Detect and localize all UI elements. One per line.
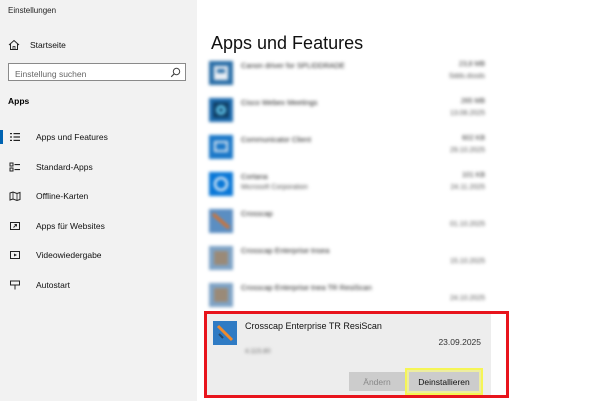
home-icon bbox=[8, 39, 20, 50]
app-name: Canon driver for SPLIDDRADE bbox=[241, 61, 345, 70]
list-icon bbox=[8, 130, 22, 144]
webex-icon bbox=[209, 98, 233, 122]
printer-driver-icon bbox=[209, 61, 233, 85]
default-apps-icon bbox=[8, 160, 22, 174]
sidebar-item-apps-for-websites[interactable]: Apps für Websites bbox=[0, 216, 197, 236]
sidebar-item-label: Apps für Websites bbox=[36, 221, 105, 231]
app-name: Cisco Webex Meetings bbox=[241, 98, 318, 107]
sidebar-item-label: Apps und Features bbox=[36, 132, 108, 142]
app-date: Sdds.dssds bbox=[448, 73, 485, 80]
app-size: 101 KB bbox=[462, 172, 485, 179]
app-list-item[interactable]: Crosscap Enterprise tnsea 15.10.2025 bbox=[205, 242, 485, 278]
window-title: Einstellungen bbox=[8, 6, 57, 15]
search-icon[interactable] bbox=[170, 67, 181, 78]
app-list-item[interactable]: Cortana Microsoft Corporation 101 KB 24.… bbox=[205, 168, 485, 204]
app-size: 23,8 MB bbox=[458, 61, 485, 68]
app-date: 01.10.2025 bbox=[449, 221, 485, 228]
settings-search-input[interactable] bbox=[9, 66, 159, 82]
home-label: Startseite bbox=[30, 40, 66, 50]
page-title: Apps und Features bbox=[211, 33, 364, 53]
app-name: Communicator Client bbox=[241, 135, 312, 144]
settings-search-box[interactable] bbox=[8, 63, 186, 82]
sidebar-item-label: Autostart bbox=[36, 280, 71, 290]
app-size: 265 MB bbox=[460, 98, 485, 105]
app-name: Crosscap Enterprise tnea TR ResiScan bbox=[241, 283, 372, 292]
crosscap-enterprise-resiscan-icon bbox=[209, 283, 233, 307]
sidebar-item-default-apps[interactable]: Standard-Apps bbox=[0, 157, 197, 177]
app-date: 29.10.2025 bbox=[449, 147, 485, 154]
section-heading-apps: Apps bbox=[8, 96, 30, 106]
app-date: 24.10.2025 bbox=[449, 295, 485, 302]
sidebar-item-label: Standard-Apps bbox=[36, 162, 93, 172]
app-list-item[interactable]: Communicator Client 602 KB 29.10.2025 bbox=[205, 131, 485, 167]
sidebar-item-label: Videowiedergabe bbox=[36, 250, 102, 260]
sidebar-item-video-playback[interactable]: Videowiedergabe bbox=[0, 245, 197, 265]
website-link-icon bbox=[8, 219, 22, 233]
sidebar: Einstellungen Startseite Apps Apps und F… bbox=[0, 0, 197, 401]
app-size: 602 KB bbox=[462, 135, 485, 142]
autostart-icon bbox=[8, 278, 22, 292]
app-date: 13.08.2025 bbox=[449, 110, 485, 117]
app-publisher: Microsoft Corporation bbox=[241, 184, 308, 191]
app-list-item[interactable]: Cisco Webex Meetings 265 MB 13.08.2025 bbox=[205, 94, 485, 130]
crosscap-icon bbox=[209, 209, 233, 233]
crosscap-enterprise-icon bbox=[209, 246, 233, 270]
app-date: 15.10.2025 bbox=[449, 258, 485, 265]
app-name: Crosscap Enterprise tnsea bbox=[241, 246, 330, 255]
sidebar-item-autostart[interactable]: Autostart bbox=[0, 275, 197, 295]
video-icon bbox=[8, 248, 22, 262]
app-list-item[interactable]: Crosscap 01.10.2025 bbox=[205, 205, 485, 241]
highlight-frame bbox=[204, 311, 509, 398]
app-list-item[interactable]: Crosscap Enterprise tnea TR ResiScan 24.… bbox=[205, 279, 485, 315]
map-icon bbox=[8, 189, 22, 203]
sidebar-item-label: Offline-Karten bbox=[36, 191, 89, 201]
main-panel: Apps und Features Canon driver for SPLID… bbox=[197, 0, 590, 401]
sidebar-item-apps-and-features[interactable]: Apps und Features bbox=[0, 127, 197, 147]
app-name: Crosscap bbox=[241, 209, 273, 218]
app-list-item[interactable]: Canon driver for SPLIDDRADE 23,8 MB Sdds… bbox=[205, 57, 485, 93]
communicator-icon bbox=[209, 135, 233, 159]
cortana-icon bbox=[209, 172, 233, 196]
app-name: Cortana bbox=[241, 172, 268, 181]
home-link[interactable]: Startseite bbox=[8, 38, 66, 52]
app-date: 24.11.2025 bbox=[450, 184, 485, 191]
sidebar-item-offline-maps[interactable]: Offline-Karten bbox=[0, 186, 197, 206]
